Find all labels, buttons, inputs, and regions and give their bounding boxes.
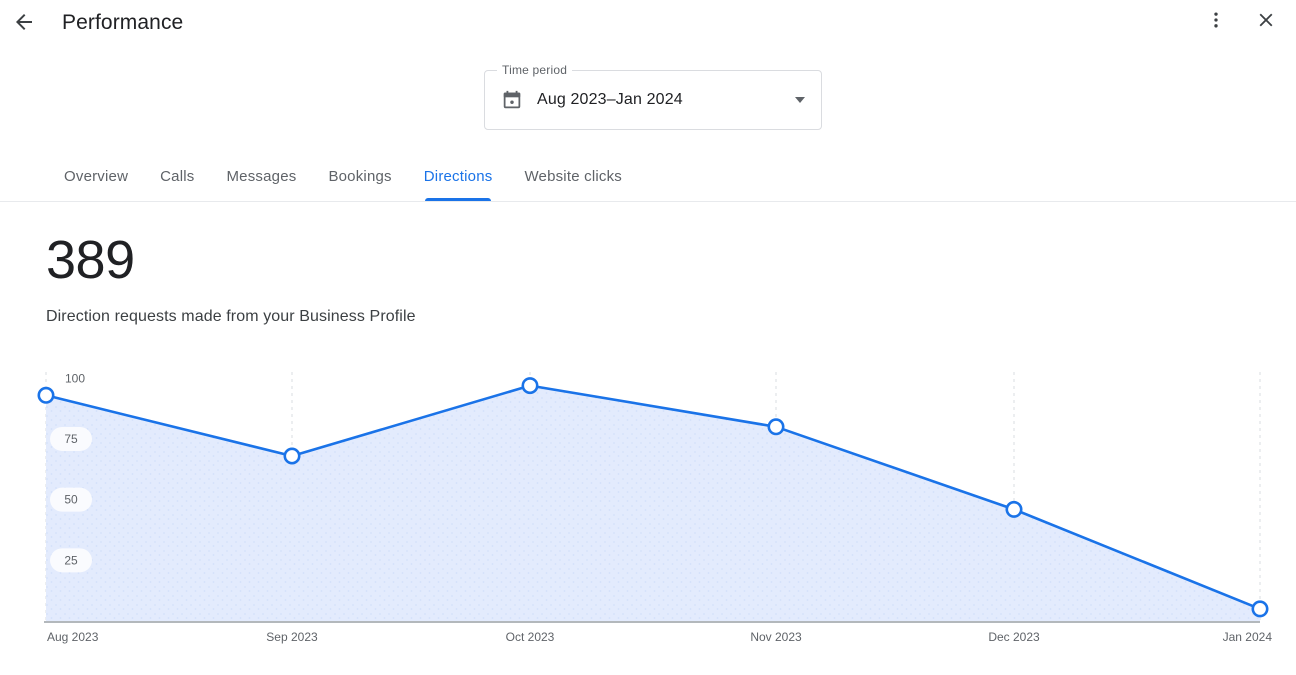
tab-label: Calls <box>160 168 195 185</box>
tab-bar: Overview Calls Messages Bookings Directi… <box>0 152 1296 202</box>
y-axis-label: 75 <box>64 432 78 446</box>
chart-data-point[interactable] <box>283 447 301 465</box>
time-period-selector[interactable]: Aug 2023–Jan 2024 Time period <box>484 62 822 130</box>
tab-messages[interactable]: Messages <box>210 152 312 201</box>
x-axis-label: Oct 2023 <box>506 630 555 644</box>
directions-area-chart: 100 75 50 25 Aug 2023 Sep 2023 Oct 2023 Nov 20… <box>0 360 1296 660</box>
chart-x-axis-labels: Aug 2023 Sep 2023 Oct 2023 Nov 2023 Dec 2023… <box>47 630 1272 644</box>
tab-bookings[interactable]: Bookings <box>312 152 407 201</box>
close-icon <box>1255 9 1277 36</box>
time-period-label: Time period <box>497 62 573 78</box>
tab-overview[interactable]: Overview <box>48 152 144 201</box>
metric-value: 389 <box>46 230 135 290</box>
chart-data-point[interactable] <box>37 386 55 404</box>
tab-label: Overview <box>64 168 129 185</box>
tab-label: Directions <box>423 168 493 185</box>
x-axis-label: Sep 2023 <box>266 630 318 644</box>
chart-data-point[interactable] <box>767 418 785 436</box>
y-axis-label: 25 <box>64 553 78 567</box>
chart-area-fill <box>46 385 1260 621</box>
time-period-field[interactable]: Aug 2023–Jan 2024 <box>484 70 822 130</box>
app-bar: Performance <box>0 0 1296 44</box>
chart-data-point[interactable] <box>1005 500 1023 518</box>
tab-label: Bookings <box>328 168 392 185</box>
x-axis-label: Dec 2023 <box>988 630 1040 644</box>
more-vert-icon <box>1206 10 1226 35</box>
calendar-icon <box>501 89 523 111</box>
metric-description: Direction requests made from your Busine… <box>46 308 416 325</box>
x-axis-label: Jan 2024 <box>1223 630 1273 644</box>
y-axis-label: 50 <box>64 493 78 507</box>
tab-calls[interactable]: Calls <box>144 152 210 201</box>
x-axis-label: Nov 2023 <box>750 630 802 644</box>
tab-label: Website clicks <box>524 168 622 185</box>
more-options-button[interactable] <box>1196 2 1236 42</box>
y-axis-label: 100 <box>65 371 85 385</box>
x-axis-label: Aug 2023 <box>47 630 99 644</box>
chart-data-point[interactable] <box>521 377 539 395</box>
chart-data-point[interactable] <box>1251 600 1269 618</box>
tab-label: Messages <box>226 168 297 185</box>
page-title: Performance <box>62 10 184 34</box>
back-button[interactable] <box>0 0 48 46</box>
tab-website-clicks[interactable]: Website clicks <box>508 152 638 201</box>
tab-directions[interactable]: Directions <box>408 152 509 201</box>
arrow-back-icon <box>12 10 36 34</box>
time-period-value: Aug 2023–Jan 2024 <box>537 91 683 108</box>
app-bar-actions <box>1196 0 1286 44</box>
chevron-down-icon[interactable] <box>795 97 805 103</box>
close-button[interactable] <box>1246 2 1286 42</box>
